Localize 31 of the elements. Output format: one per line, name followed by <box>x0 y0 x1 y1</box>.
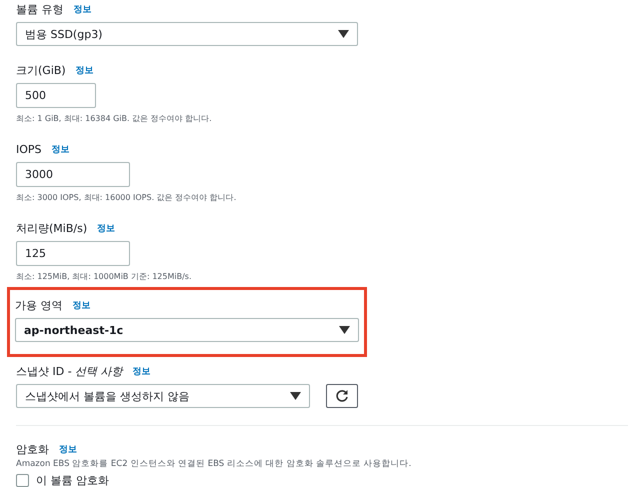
refresh-icon <box>334 389 349 403</box>
dropdown[interactable]: ap-northeast-1c <box>15 318 359 342</box>
info-link[interactable]: 정보 <box>59 442 77 456</box>
field-label: IOPS <box>16 142 42 156</box>
info-link[interactable]: 정보 <box>52 142 70 156</box>
input-field[interactable]: 500 <box>16 83 96 108</box>
input-field[interactable]: 125 <box>16 241 130 266</box>
hint-text: 최소: 1 GiB, 최대: 16384 GiB. 값은 정수여야 합니다. <box>16 113 213 125</box>
info-link[interactable]: 정보 <box>72 298 90 312</box>
caret-icon <box>290 392 301 400</box>
refresh-button[interactable] <box>326 384 358 408</box>
info-link[interactable]: 정보 <box>76 64 94 76</box>
caret-icon <box>339 326 350 334</box>
hint-text: 최소: 3000 IOPS, 최대: 16000 IOPS. 값은 정수여야 합니다. <box>16 192 238 204</box>
checkbox-label: 이 볼륨 암호화 <box>36 473 109 487</box>
info-link[interactable]: 정보 <box>132 364 151 378</box>
description-text: Amazon EBS 암호화를 EC2 인스턴스와 연결된 EBS 리소스에 대한 암호화 솔루션으로 사용합니다. <box>16 458 412 470</box>
info-link[interactable]: 정보 <box>74 2 92 16</box>
field-label: 암호화 <box>16 442 49 456</box>
caret-icon <box>338 30 349 38</box>
field-label: 크기(GiB) <box>16 62 66 78</box>
hint-text: 최소: 125MiB, 최대: 1000MiB 기준: 125MiB/s. <box>16 271 192 283</box>
dropdown[interactable]: 스냅샷에서 볼륨을 생성하지 않음 <box>16 384 310 408</box>
input-field[interactable]: 3000 <box>16 162 130 187</box>
field-label: 가용 영역 <box>15 298 62 312</box>
checkbox[interactable] <box>16 474 29 487</box>
field-label: 스냅샷 ID - 선택 사항 <box>16 364 123 378</box>
field-label: 처리량(MiB/s) <box>16 220 88 236</box>
info-link[interactable]: 정보 <box>97 222 116 234</box>
field-label: 볼륨 유형 <box>16 2 64 16</box>
dropdown[interactable]: 범용 SSD(gp3) <box>16 22 358 46</box>
